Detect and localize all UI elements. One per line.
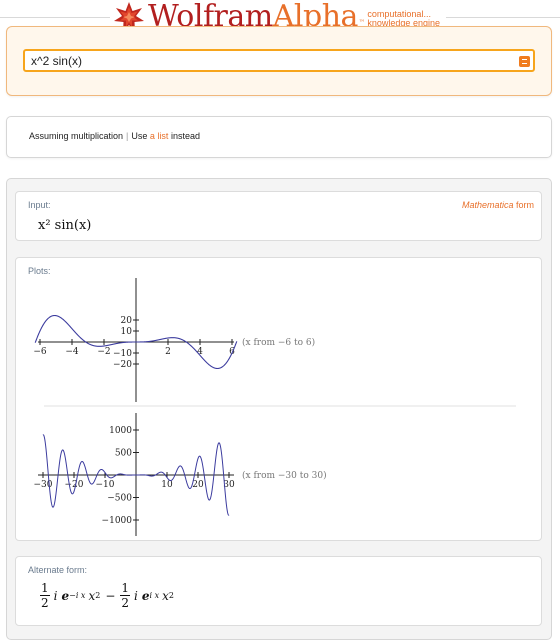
assumption-list-link[interactable]: a list — [150, 131, 169, 141]
y-tick-label: −500 — [107, 494, 132, 504]
y-tick-label: 500 — [115, 449, 132, 459]
input-pod: Input: Mathematica form x² sin(x) — [15, 191, 542, 241]
x-tick-label: −2 — [97, 347, 110, 357]
mathematica-label: Mathematica — [461, 200, 514, 210]
x-tick-label: −10 — [96, 480, 115, 490]
plots-graphics: −6 −4 −2 2 4 6 2010−10−20 (x from −6 to 6) −3… — [33, 278, 516, 536]
x-tick-label: −4 — [65, 347, 79, 357]
assumption-suffix: instead — [170, 131, 200, 141]
y-tick-label: −10 — [113, 349, 132, 359]
trademark: ™ — [358, 19, 365, 26]
y-tick-label: −1000 — [102, 516, 133, 526]
fraction-1: 1 2 — [40, 581, 50, 610]
x-tick-label: −6 — [33, 347, 47, 357]
y-tick-label: 20 — [121, 316, 133, 326]
search-input[interactable] — [23, 49, 535, 72]
plot1: −6 −4 −2 2 4 6 2010−10−20 (x from −6 to 6) — [33, 278, 315, 402]
y-tick-label: −20 — [113, 360, 132, 370]
x-tick-label: 10 — [161, 480, 173, 490]
assumption-panel: Assuming multiplication | Use a list inste… — [6, 116, 552, 158]
assumption-text: Assuming multiplication | Use a list inste… — [29, 131, 200, 141]
alternate-form-pod: Alternate form: 1 2 i e −i x x2 − 1 2 i e… — [15, 556, 542, 626]
plot2-range-label: (x from −30 to 30) — [242, 470, 327, 481]
x-tick-label: 20 — [192, 480, 204, 490]
results-area: Input: Mathematica form x² sin(x) Plots:… — [6, 178, 552, 640]
input-expression: x² sin(x) — [38, 218, 92, 233]
alternate-expression: 1 2 i e −i x x2 − 1 2 i ei x x2 — [40, 581, 175, 610]
form-label: form — [516, 200, 534, 210]
assumption-prefix: Assuming multiplication — [29, 131, 124, 141]
input-pod-title: Input: — [28, 200, 51, 210]
search-panel — [6, 26, 552, 96]
assumption-separator: | — [126, 131, 129, 141]
x-tick-label: 2 — [165, 347, 171, 357]
assumption-use: Use — [131, 131, 148, 141]
plot1-range-label: (x from −6 to 6) — [242, 337, 315, 348]
search-submit-button[interactable] — [519, 56, 530, 67]
y-tick-label: 10 — [121, 327, 133, 337]
mathematica-form-link[interactable]: Mathematica form — [462, 200, 534, 210]
fraction-2: 1 2 — [120, 581, 131, 610]
alternate-form-title: Alternate form: — [28, 565, 88, 575]
plots-pod: Plots: −6 −4 −2 2 4 6 20 10 −10 −20 (x from −6 t… — [15, 257, 542, 541]
y-tick-label: 1000 — [109, 426, 132, 436]
x-tick-label: −20 — [65, 480, 84, 490]
header-rule-left — [0, 17, 110, 18]
plot2: −30 −20 −10 10 20 30 1000500−500−1000 (x from… — [34, 413, 327, 536]
header-rule-right — [446, 17, 560, 18]
